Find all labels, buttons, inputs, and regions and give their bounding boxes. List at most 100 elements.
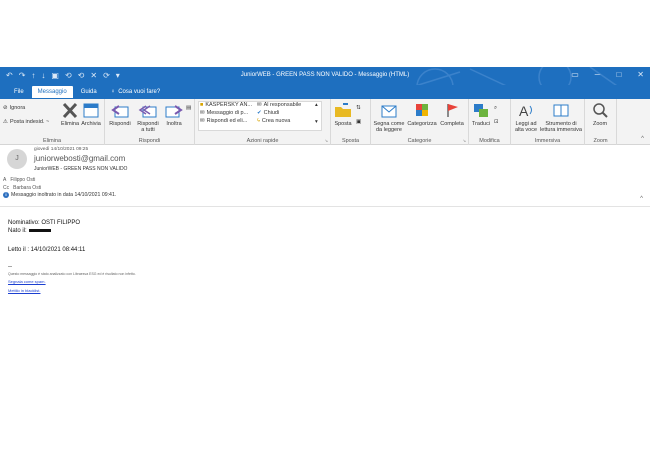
redacted-block — [28, 228, 51, 232]
quick-step-chiudi[interactable]: ✔ Chiudi — [257, 110, 279, 117]
group-label: Categorie — [407, 138, 432, 144]
delete-x-icon — [62, 102, 78, 119]
reply-button[interactable]: Rispondi — [106, 102, 134, 127]
message-date: giovedì 14/10/2021 09:25 — [34, 147, 89, 152]
forward-envelope-icon — [165, 105, 183, 118]
group-label: Zoom — [593, 138, 608, 144]
ribbon-group-azioni-rapide: ■ KASPERSKY AN... ✉ Messaggio di p... ✉ Ris… — [195, 99, 331, 145]
select-icon[interactable]: ⊡ — [494, 119, 499, 126]
ribbon-group-categorie: Segna come da leggere Categorizza Comple… — [371, 99, 469, 145]
to-row: A Filippo Osti — [3, 177, 35, 183]
tell-me-label: Cosa vuoi fare? — [118, 89, 161, 95]
categorize-grid-icon — [416, 104, 428, 116]
close-icon[interactable]: ✕ — [637, 70, 644, 79]
cc-row: Cc Barbara Osti — [3, 185, 41, 191]
quick-step-responsabile[interactable]: ✉ Al responsabile — [257, 102, 301, 109]
move-folder-icon — [335, 103, 351, 117]
onenote-icon[interactable]: ▣ — [356, 119, 361, 126]
blacklist-link[interactable]: Mettilo in blacklist. — [8, 288, 40, 293]
reply-delete-icon: ✉ — [200, 118, 205, 124]
reply-envelope-icon — [111, 105, 129, 118]
reply-all-envelope-icon — [138, 105, 157, 118]
group-label: Modifica — [479, 138, 500, 144]
archive-button[interactable]: Archivia — [78, 102, 104, 127]
info-bar: i Messaggio inoltrato in data 14/10/2021 … — [3, 192, 116, 198]
unread-envelope-icon — [381, 105, 397, 118]
body-nato: Nato il: — [8, 228, 51, 234]
info-text: Messaggio inoltrato in data 14/10/2021 0… — [11, 192, 117, 198]
svg-text:A: A — [519, 103, 529, 119]
minimize-icon[interactable]: ─ — [595, 70, 601, 79]
group-label: Rispondi — [138, 138, 161, 144]
flag-icon — [447, 104, 458, 117]
ribbon-group-rispondi: Rispondi Rispondi a tutti Inoltra ▤ Risp… — [105, 99, 195, 145]
window-controls: ▭ ─ □ ✕ — [571, 70, 644, 79]
cc-recipient[interactable]: Barbara Osti — [13, 185, 41, 191]
maximize-icon[interactable]: □ — [616, 70, 621, 79]
forward-button[interactable]: Inoltra — [162, 102, 186, 127]
archive-icon — [83, 103, 99, 118]
immersive-reader-icon — [553, 104, 569, 117]
dialog-launcher-icon[interactable]: ↘ — [463, 138, 466, 143]
collapse-ribbon-icon[interactable]: ^ — [641, 136, 644, 142]
ribbon-group-sposta: Sposta ⇅ ▣ Sposta — [331, 99, 371, 145]
tab-guida[interactable]: Guida — [75, 86, 103, 98]
magnifier-icon — [593, 103, 608, 118]
categorize-button[interactable]: Categorizza — [406, 102, 438, 127]
ignore-icon: ⊘ — [3, 105, 8, 111]
quick-step-messaggio[interactable]: ✉ Messaggio di p... — [200, 110, 248, 117]
ribbon-tabs: File Messaggio Guida ♀ Cosa vuoi fare? — [0, 85, 650, 99]
scroll-down-icon[interactable]: ▾ — [315, 119, 318, 126]
zoom-button[interactable]: Zoom — [586, 102, 614, 127]
tab-messaggio[interactable]: Messaggio — [31, 86, 73, 98]
ribbon-group-immersiva: A Leggi ad alta voce Strumento di lettur… — [511, 99, 585, 145]
quick-step-kaspersky[interactable]: ■ KASPERSKY AN... — [200, 102, 252, 109]
checkmark-icon: ✔ — [257, 110, 262, 116]
quick-step-crea-nuova[interactable]: ϟ Crea nuova — [257, 118, 290, 125]
forward-manager-icon: ✉ — [257, 102, 262, 108]
chevron-up-icon[interactable]: ^ — [640, 196, 643, 202]
ribbon: ⊘ Ignora ⚠ Posta indesid. ~ Elimina Archiv… — [0, 99, 650, 145]
dialog-launcher-icon[interactable]: ↘ — [325, 138, 328, 143]
body-nominativo: Nominativo: OSTI FILIPPO — [8, 220, 81, 226]
immersive-reader-button[interactable]: Strumento di lettura immersiva — [540, 102, 582, 133]
junk-icon: ⚠ — [3, 119, 8, 125]
report-spam-link[interactable]: Segnala come spam. — [8, 279, 46, 284]
scroll-up-icon[interactable]: ▴ — [315, 102, 318, 109]
move-button[interactable]: Sposta — [332, 102, 354, 127]
translate-icon — [474, 104, 488, 117]
lightning-icon: ϟ — [257, 118, 260, 124]
tab-file[interactable]: File — [8, 86, 30, 98]
ribbon-group-modifica: Traduci ⌕ ⊡ Modifica — [469, 99, 511, 145]
group-label: Azioni rapide — [246, 138, 279, 144]
envelope-icon: ✉ — [200, 110, 205, 116]
quick-step-rispondi-elimina[interactable]: ✉ Rispondi ed eli... — [200, 118, 247, 125]
read-aloud-button[interactable]: A Leggi ad alta voce — [512, 102, 540, 133]
group-label: Elimina — [42, 138, 62, 144]
ribbon-group-elimina: ⊘ Ignora ⚠ Posta indesid. ~ Elimina Archiv… — [0, 99, 105, 145]
group-label: Immersiva — [534, 138, 561, 144]
body-separator: -- — [8, 264, 12, 270]
ribbon-display-icon[interactable]: ▭ — [571, 70, 579, 79]
translate-button[interactable]: Traduci — [470, 102, 492, 127]
ignore-button[interactable]: ⊘ Ignora — [3, 105, 25, 112]
title-bar: ↶ ↷ ↑ ↓ ▣ ⟲ ⟲ ✕ ⟳ ▾ JuniorWEB - GREEN PA… — [0, 67, 650, 85]
message-sender[interactable]: juniorwebosti@gmail.com — [34, 154, 125, 163]
find-icon[interactable]: ⌕ — [494, 105, 497, 112]
junk-button[interactable]: ⚠ Posta indesid. ~ — [3, 119, 49, 126]
reply-all-button[interactable]: Rispondi a tutti — [134, 102, 162, 133]
rules-icon[interactable]: ⇅ — [356, 105, 361, 112]
antivirus-disclaimer: Questo messaggio è stato analizzato con … — [8, 272, 136, 276]
info-icon: i — [3, 192, 9, 198]
to-recipient[interactable]: Filippo Osti — [10, 177, 35, 183]
cc-label: Cc — [3, 185, 10, 191]
window-title: JuniorWEB - GREEN PASS NON VALIDO - Mess… — [240, 72, 410, 78]
avatar: J — [7, 149, 27, 169]
group-label: Sposta — [341, 138, 360, 144]
more-respond-icon[interactable]: ▤ — [186, 105, 191, 112]
mark-unread-button[interactable]: Segna come da leggere — [372, 102, 406, 133]
ribbon-group-zoom: Zoom Zoom — [585, 99, 617, 145]
to-label: A — [3, 177, 7, 183]
tell-me-box[interactable]: ♀ Cosa vuoi fare? — [105, 89, 161, 95]
follow-up-button[interactable]: Completa — [438, 102, 466, 127]
